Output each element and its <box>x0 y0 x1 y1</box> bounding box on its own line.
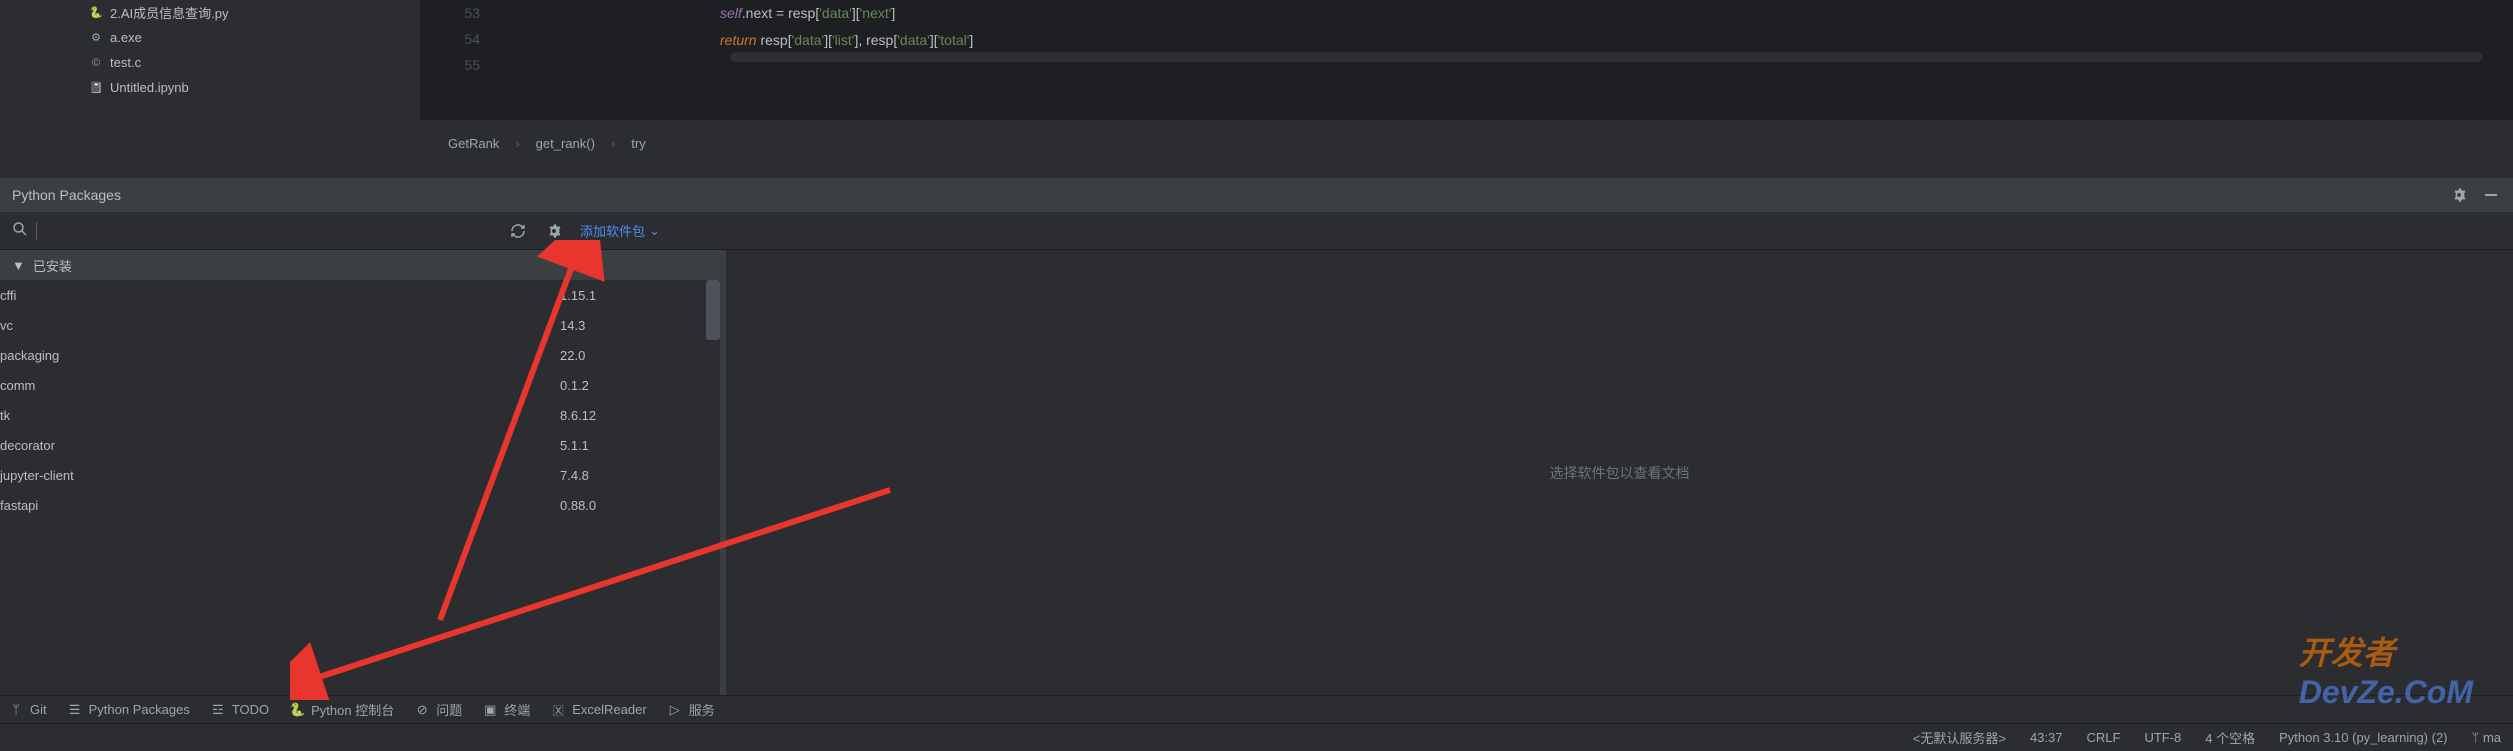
horizontal-scrollbar[interactable] <box>730 52 2483 62</box>
exe-file-icon: ⚙ <box>88 30 104 46</box>
file-label: a.exe <box>110 30 142 45</box>
add-package-link[interactable]: 添加软件包 ⌄ <box>580 221 660 240</box>
gear-icon[interactable] <box>2449 185 2469 205</box>
layers-icon: ☰ <box>67 702 83 718</box>
search-box <box>12 221 492 240</box>
breadcrumb-item[interactable]: get_rank() <box>536 136 595 151</box>
package-row[interactable]: tk8.6.12 <box>0 400 720 430</box>
panel-body: ▼ 已安装 cffi1.15.1 vc14.3 packaging22.0 co… <box>0 250 2513 695</box>
package-row[interactable]: jupyter-client7.4.8 <box>0 460 720 490</box>
chevron-down-icon: ⌄ <box>649 223 660 239</box>
chevron-down-icon: ▼ <box>12 258 25 273</box>
c-file-icon: © <box>88 55 104 71</box>
line-number: 55 <box>420 52 480 78</box>
package-row[interactable]: cffi1.15.1 <box>0 280 720 310</box>
installed-section[interactable]: ▼ 已安装 <box>0 250 720 280</box>
minimize-icon[interactable] <box>2481 185 2501 205</box>
python-file-icon: 🐍 <box>88 5 104 21</box>
play-icon: ▷ <box>667 702 683 718</box>
vertical-scrollbar[interactable] <box>706 280 720 340</box>
panel-toolbar: 添加软件包 ⌄ <box>0 212 2513 250</box>
file-item[interactable]: ⚙ a.exe <box>40 25 420 50</box>
python-packages-tab[interactable]: ☰Python Packages <box>67 702 190 718</box>
terminal-icon: ▣ <box>482 702 498 718</box>
git-branch-status[interactable]: ᛘ ma <box>2472 730 2502 745</box>
refresh-icon[interactable] <box>508 221 528 241</box>
file-label: Untitled.ipynb <box>110 80 189 95</box>
excelreader-tab[interactable]: 🇽ExcelReader <box>550 702 646 718</box>
python-icon: 🐍 <box>289 702 305 718</box>
python-console-tab[interactable]: 🐍Python 控制台 <box>289 700 394 719</box>
indent-setting[interactable]: 4 个空格 <box>2205 728 2255 747</box>
interpreter[interactable]: Python 3.10 (py_learning) (2) <box>2279 730 2447 745</box>
bottom-tool-bar: ᛘGit ☰Python Packages ☲TODO 🐍Python 控制台 … <box>0 695 2513 723</box>
code-area[interactable]: self.next = resp['data']['next'] return … <box>720 0 2513 54</box>
encoding[interactable]: UTF-8 <box>2144 730 2181 745</box>
package-row[interactable]: packaging22.0 <box>0 340 720 370</box>
breadcrumb-item[interactable]: GetRank <box>448 136 499 151</box>
gear-icon[interactable] <box>544 221 564 241</box>
line-gutter: 53 54 55 <box>420 0 500 78</box>
panel-title: Python Packages <box>12 187 121 203</box>
todo-tab[interactable]: ☲TODO <box>210 702 269 718</box>
breadcrumb-item[interactable]: try <box>631 136 645 151</box>
code-editor[interactable]: 53 54 55 self.next = resp['data']['next'… <box>420 0 2513 120</box>
list-icon: ☲ <box>210 702 226 718</box>
line-number: 53 <box>420 0 480 26</box>
chevron-right-icon: › <box>515 136 519 151</box>
line-number: 54 <box>420 26 480 52</box>
package-row[interactable]: decorator5.1.1 <box>0 430 720 460</box>
chevron-right-icon: › <box>611 136 615 151</box>
python-packages-panel: Python Packages 添加软件包 ⌄ ▼ 已安装 cffi1.15.1… <box>0 178 2513 695</box>
package-list: ▼ 已安装 cffi1.15.1 vc14.3 packaging22.0 co… <box>0 250 720 695</box>
package-row[interactable]: fastapi0.88.0 <box>0 490 720 520</box>
empty-hint: 选择软件包以查看文档 <box>1550 463 1690 483</box>
breadcrumb: GetRank › get_rank() › try <box>448 136 646 151</box>
server-status[interactable]: <无默认服务器> <box>1913 728 2006 747</box>
search-input[interactable] <box>36 222 436 240</box>
package-row[interactable]: comm0.1.2 <box>0 370 720 400</box>
git-branch-icon: ᛘ <box>8 702 24 718</box>
services-tab[interactable]: ▷服务 <box>667 700 715 719</box>
package-detail: 选择软件包以查看文档 <box>726 250 2513 695</box>
line-ending[interactable]: CRLF <box>2086 730 2120 745</box>
file-item[interactable]: © test.c <box>40 50 420 75</box>
terminal-tab[interactable]: ▣终端 <box>482 700 530 719</box>
status-bar: <无默认服务器> 43:37 CRLF UTF-8 4 个空格 Python 3… <box>0 723 2513 751</box>
git-tab[interactable]: ᛘGit <box>8 702 47 718</box>
cursor-position[interactable]: 43:37 <box>2030 730 2063 745</box>
warning-icon: ⊘ <box>414 702 430 718</box>
file-label: test.c <box>110 55 141 70</box>
git-branch-icon: ᛘ <box>2472 730 2480 745</box>
file-label: 2.AI成员信息查询.py <box>110 3 228 22</box>
panel-header: Python Packages <box>0 178 2513 212</box>
excel-icon: 🇽 <box>550 702 566 718</box>
jupyter-file-icon: 📓 <box>88 80 104 96</box>
problems-tab[interactable]: ⊘问题 <box>414 700 462 719</box>
package-row[interactable]: vc14.3 <box>0 310 720 340</box>
file-item[interactable]: 📓 Untitled.ipynb <box>40 75 420 100</box>
file-tree: 🐍 2.AI成员信息查询.py ⚙ a.exe © test.c 📓 Untit… <box>40 0 420 100</box>
search-icon <box>12 221 28 240</box>
file-item[interactable]: 🐍 2.AI成员信息查询.py <box>40 0 420 25</box>
